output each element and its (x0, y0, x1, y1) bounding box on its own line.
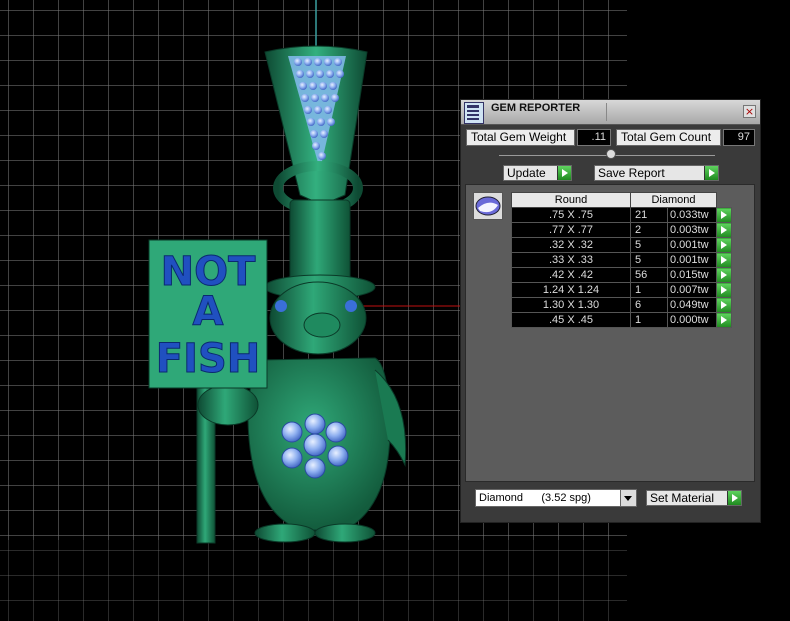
table-row: .32 X .32 5 0.001tw (511, 237, 732, 253)
viewport-floor-grid (0, 540, 627, 621)
table-header-row: Round Diamond (511, 192, 732, 208)
row-go-button[interactable] (716, 282, 732, 298)
penguin-body (247, 281, 407, 543)
material-select[interactable]: Diamond (3.52 spg) (475, 489, 637, 507)
table-row: .77 X .77 2 0.003tw (511, 222, 732, 238)
gem-weight-cell: 0.003tw (667, 222, 717, 238)
title-divider (606, 103, 607, 121)
slider-knob[interactable] (606, 149, 616, 159)
sign-pole (196, 384, 259, 544)
gem-report-area: Round Diamond .75 X .75 21 0.033tw .77 X… (465, 184, 755, 482)
gem-count-cell: 1 (630, 312, 668, 328)
gem-size-cell: .77 X .77 (511, 222, 631, 238)
row-go-button[interactable] (716, 252, 732, 268)
chevron-down-icon[interactable] (620, 490, 636, 506)
gem-size-cell: 1.24 X 1.24 (511, 282, 631, 298)
gem-count-cell: 56 (630, 267, 668, 283)
title-bar[interactable]: GEM REPORTER × (461, 100, 760, 125)
sign-text-line-2: A (193, 289, 224, 335)
gem-size-cell: .42 X .42 (511, 267, 631, 283)
gem-weight-cell: 0.007tw (667, 282, 717, 298)
gem-size-cell: .33 X .33 (511, 252, 631, 268)
gem-count-cell: 6 (630, 297, 668, 313)
gem-size-cell: .75 X .75 (511, 207, 631, 223)
set-material-go-icon[interactable] (727, 491, 741, 505)
row-go-button[interactable] (716, 207, 732, 223)
gem-count-cell: 2 (630, 222, 668, 238)
set-material-button[interactable]: Set Material (646, 490, 742, 506)
gem-weight-cell: 0.033tw (667, 207, 717, 223)
bail (264, 45, 368, 215)
material-header: Diamond (630, 192, 717, 208)
gem-reporter-icon (464, 102, 484, 124)
update-go-icon[interactable] (557, 166, 571, 180)
gem-size-cell: .32 X .32 (511, 237, 631, 253)
gem-weight-cell: 0.001tw (667, 237, 717, 253)
table-row: .33 X .33 5 0.001tw (511, 252, 732, 268)
panel-title: GEM REPORTER (491, 102, 581, 114)
gem-count-cell: 5 (630, 237, 668, 253)
table-row: .42 X .42 56 0.015tw (511, 267, 732, 283)
save-report-go-icon[interactable] (704, 166, 718, 180)
gem-count-cell: 21 (630, 207, 668, 223)
total-gem-weight-label: Total Gem Weight (466, 129, 575, 146)
gem-size-cell: 1.30 X 1.30 (511, 297, 631, 313)
row-go-button[interactable] (716, 297, 732, 313)
update-button-label: Update (507, 166, 546, 180)
set-material-button-label: Set Material (650, 491, 715, 505)
material-select-value: Diamond (3.52 spg) (479, 492, 591, 504)
gem-weight-cell: 0.015tw (667, 267, 717, 283)
close-button[interactable]: × (743, 105, 756, 118)
sign-board: NOT A FISH (148, 239, 268, 389)
row-go-button[interactable] (716, 222, 732, 238)
gem-weight-cell: 0.049tw (667, 297, 717, 313)
update-button[interactable]: Update (503, 165, 572, 181)
table-row: .75 X .75 21 0.033tw (511, 207, 732, 223)
sign-text-line-3: FISH (156, 336, 261, 382)
gem-count-cell: 5 (630, 252, 668, 268)
table-row: .45 X .45 1 0.000tw (511, 312, 732, 328)
row-go-button[interactable] (716, 237, 732, 253)
total-gem-count-value: 97 (723, 129, 755, 146)
header-spacer (716, 192, 732, 208)
gem-size-cell: .45 X .45 (511, 312, 631, 328)
table-row: 1.24 X 1.24 1 0.007tw (511, 282, 732, 298)
round-gem-icon[interactable] (473, 192, 503, 220)
gem-count-cell: 1 (630, 282, 668, 298)
row-go-button[interactable] (716, 312, 732, 328)
row-go-button[interactable] (716, 267, 732, 283)
shape-header: Round (511, 192, 631, 208)
save-report-button-label: Save Report (598, 166, 665, 180)
save-report-button[interactable]: Save Report (594, 165, 719, 181)
gem-weight-cell: 0.001tw (667, 252, 717, 268)
gem-reporter-panel: GEM REPORTER × Total Gem Weight .11 Tota… (460, 99, 761, 523)
total-gem-count-label: Total Gem Count (616, 129, 721, 146)
table-row: 1.30 X 1.30 6 0.049tw (511, 297, 732, 313)
total-gem-weight-value: .11 (577, 129, 611, 146)
gem-weight-cell: 0.000tw (667, 312, 717, 328)
gem-table: Round Diamond .75 X .75 21 0.033tw .77 X… (511, 192, 732, 328)
